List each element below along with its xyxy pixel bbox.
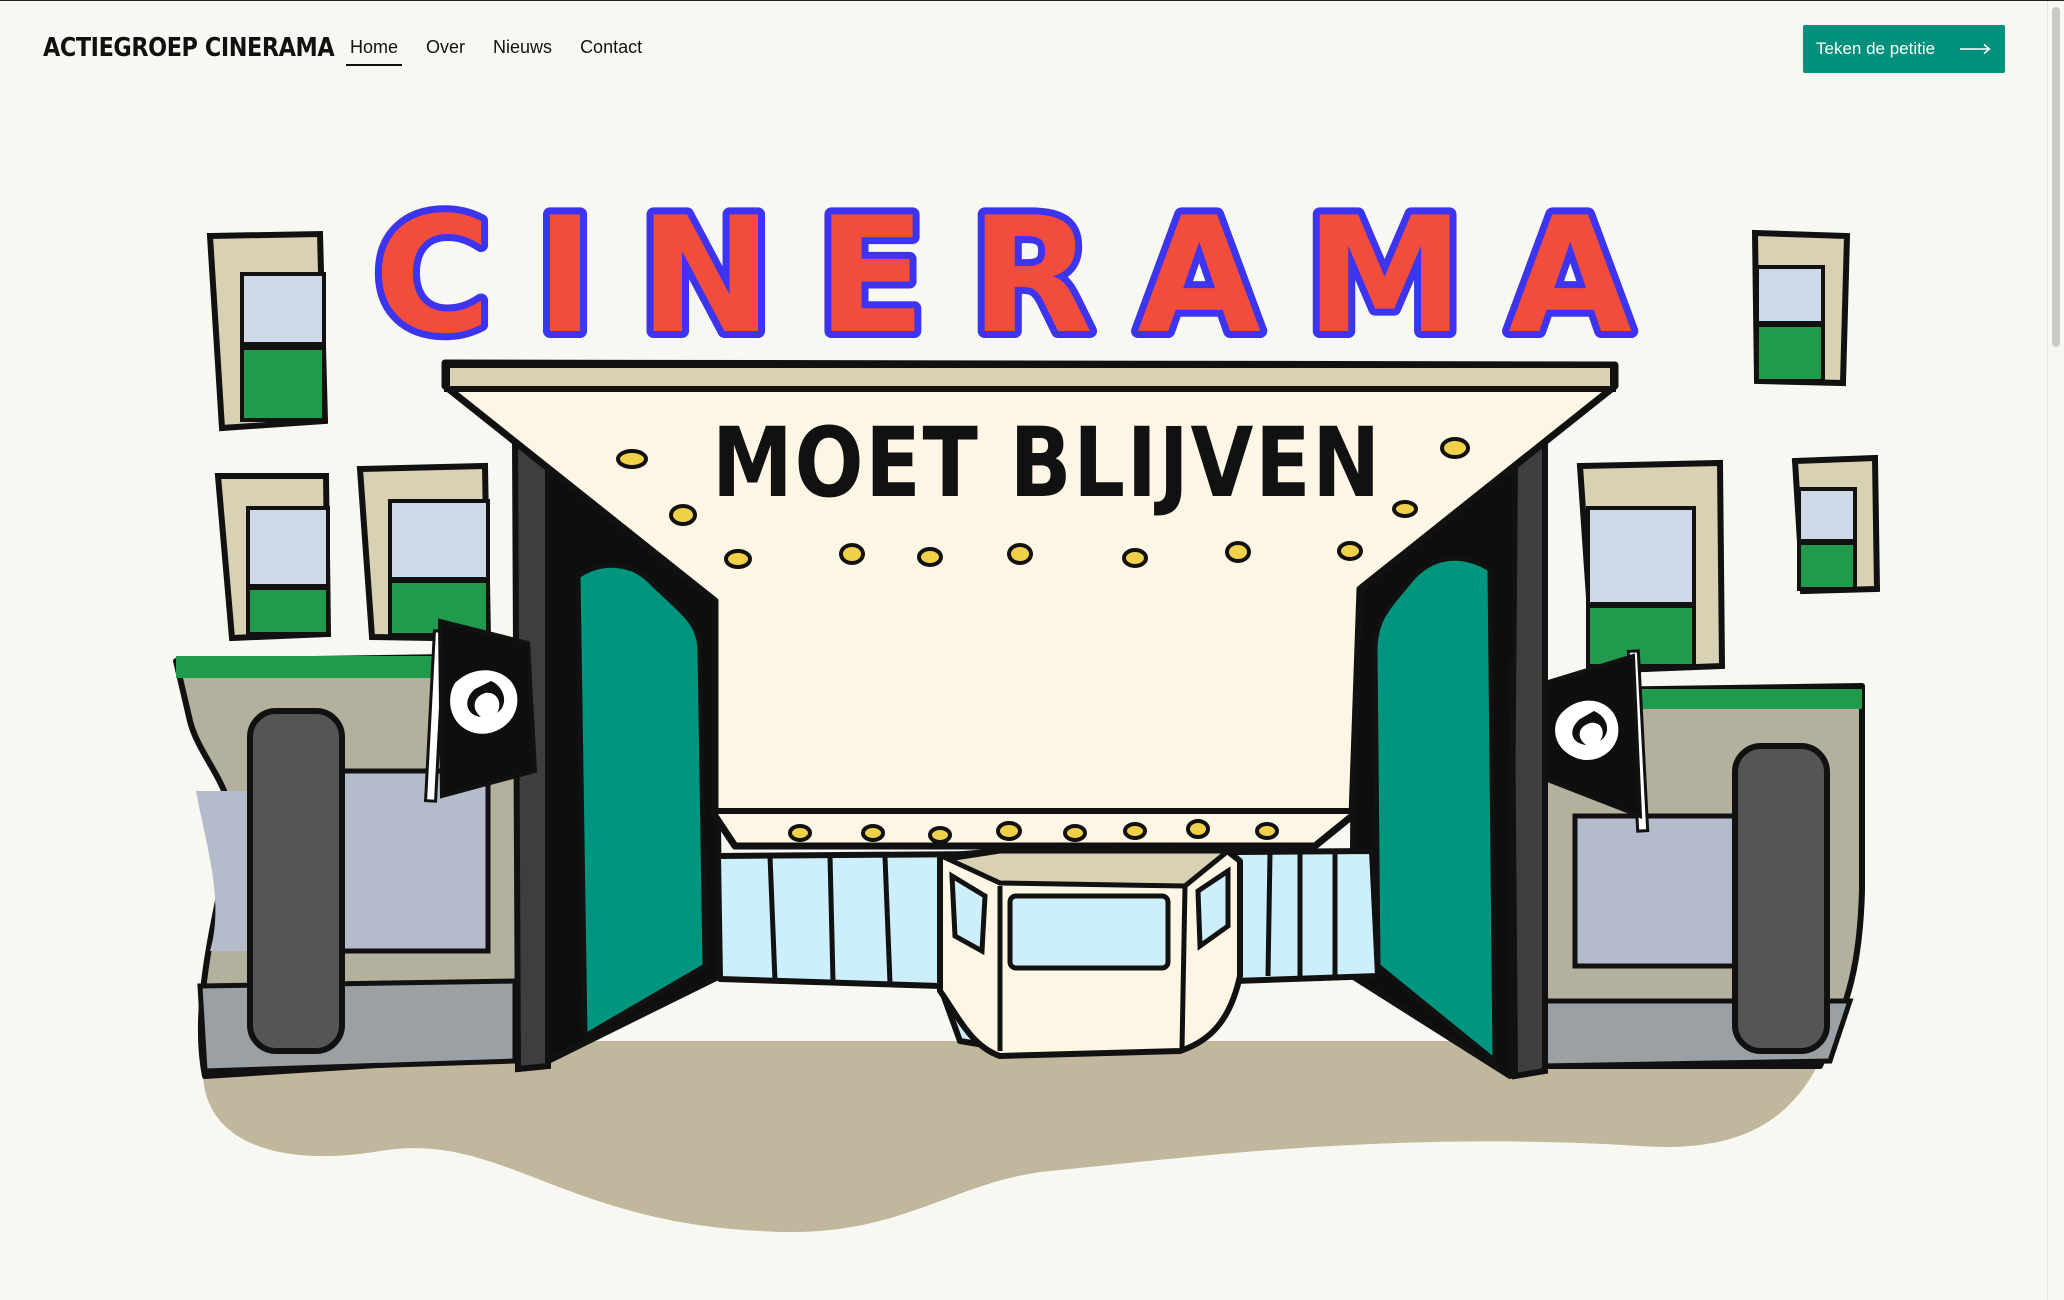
right-shop-window <box>1572 813 1743 969</box>
booth-window <box>1007 893 1171 971</box>
page-scrollbar[interactable] <box>2047 1 2064 1300</box>
left-shop-window <box>335 768 491 954</box>
left-shop-window-2 <box>196 791 250 951</box>
right-window-3 <box>1576 459 1726 675</box>
sign-title: CINERAMA <box>374 182 1676 369</box>
right-pillar <box>1732 743 1830 1054</box>
left-pillar <box>247 708 345 1054</box>
right-window-2 <box>1791 454 1881 595</box>
right-window-1 <box>1751 229 1851 387</box>
left-window-1 <box>206 230 329 432</box>
booth-roof <box>939 848 1236 889</box>
left-window-3 <box>356 462 492 643</box>
left-window-2 <box>214 473 332 642</box>
right-green-band <box>1640 689 1862 709</box>
left-door-teal <box>575 562 708 1041</box>
ground-shape <box>202 1041 1820 1233</box>
scrollbar-thumb[interactable] <box>2052 7 2060 347</box>
sign-subtitle: MOET BLIJVEN <box>712 407 1382 519</box>
left-banner <box>423 618 538 803</box>
cinema-illustration: CINERAMA MOET BLIJVEN <box>173 175 1881 1233</box>
